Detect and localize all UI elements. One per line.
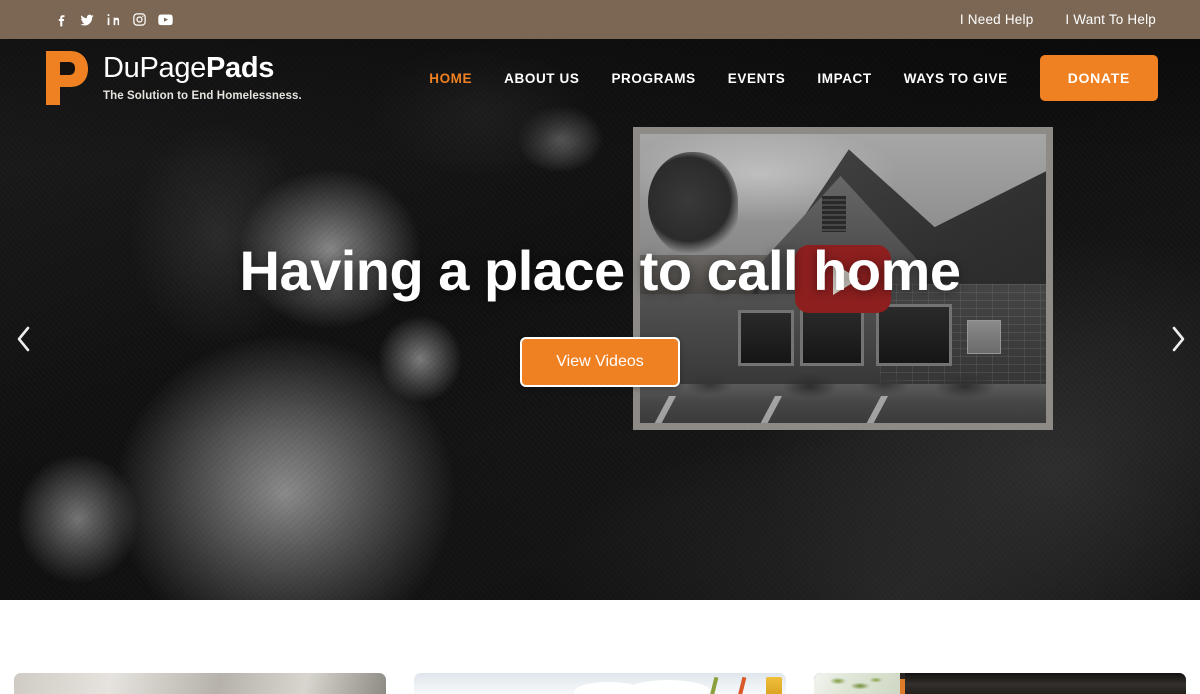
linkedin-icon[interactable]: [100, 7, 126, 33]
logo-wordmark: DuPagePads: [103, 54, 302, 83]
hero-cta-wrap: View Videos: [0, 337, 1200, 387]
nav-item-about-us[interactable]: ABOUT US: [488, 61, 595, 96]
hero-slider: Having a place to call home View Videos: [0, 39, 1200, 600]
logo-tagline: The Solution to End Homelessness.: [103, 90, 302, 102]
twitter-icon[interactable]: [74, 7, 100, 33]
feature-card-1[interactable]: [14, 673, 386, 694]
view-videos-button[interactable]: View Videos: [520, 337, 680, 387]
youtube-icon[interactable]: [152, 7, 178, 33]
feature-card-row: [0, 673, 1200, 694]
logo-word-bold: Pads: [206, 52, 275, 84]
nav-item-ways-to-give[interactable]: WAYS TO GIVE: [888, 61, 1024, 96]
nav-item-events[interactable]: EVENTS: [712, 61, 802, 96]
content-section-below-hero: [0, 600, 1200, 694]
feature-card-3[interactable]: [814, 673, 1186, 694]
site-header: DuPagePads The Solution to End Homelessn…: [0, 39, 1200, 117]
carousel-prev-chevron-icon[interactable]: [2, 317, 46, 361]
nav-item-programs[interactable]: PROGRAMS: [595, 61, 711, 96]
logo-word-light: DuPage: [103, 52, 206, 84]
youtube-play-icon[interactable]: [795, 244, 891, 313]
nav-item-impact[interactable]: IMPACT: [801, 61, 887, 96]
carousel-next-chevron-icon[interactable]: [1156, 317, 1200, 361]
need-help-link[interactable]: I Need Help: [960, 12, 1034, 27]
main-navigation: HOME ABOUT US PROGRAMS EVENTS IMPACT WAY…: [413, 55, 1158, 101]
nav-item-home[interactable]: HOME: [413, 61, 488, 96]
want-to-help-link[interactable]: I Want To Help: [1065, 12, 1156, 27]
social-links: [48, 7, 178, 33]
top-utility-links: I Need Help I Want To Help: [960, 12, 1156, 27]
donate-button[interactable]: DONATE: [1039, 55, 1158, 101]
facebook-icon[interactable]: [48, 7, 74, 33]
top-utility-bar: I Need Help I Want To Help: [0, 0, 1200, 39]
instagram-icon[interactable]: [126, 7, 152, 33]
dupagepads-logo-icon: [44, 49, 90, 107]
page-root: I Need Help I Want To Help Having a plac…: [0, 0, 1200, 694]
feature-card-2[interactable]: [414, 673, 786, 694]
site-logo[interactable]: DuPagePads The Solution to End Homelessn…: [44, 49, 302, 107]
logo-text: DuPagePads The Solution to End Homelessn…: [103, 54, 302, 103]
